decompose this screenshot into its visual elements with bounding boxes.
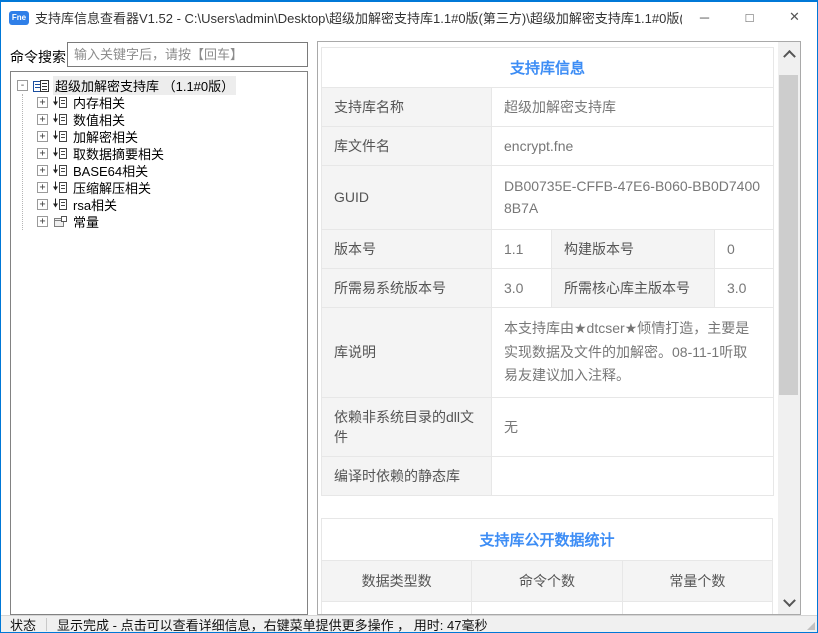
column-header: 常量个数 xyxy=(622,561,772,602)
field-value: 3.0 xyxy=(492,268,552,307)
field-label: GUID xyxy=(322,166,492,230)
tree-root-item[interactable]: - 超级加解密支持库 （1.1#0版） xyxy=(17,77,305,94)
tree-item-label[interactable]: 常量 xyxy=(71,212,101,231)
scroll-down-button[interactable] xyxy=(778,592,800,614)
stat-value: 31 xyxy=(622,602,772,614)
field-value: 1.1 xyxy=(492,229,552,268)
field-value: 超级加解密支持库 xyxy=(492,88,774,127)
field-label: 所需易系统版本号 xyxy=(322,268,492,307)
table-row: 0 18 31 xyxy=(322,602,773,614)
field-value: 3.0 xyxy=(715,268,774,307)
tree-item-base64[interactable]: + BASE64相关 xyxy=(23,162,305,179)
expand-toggle-icon[interactable]: + xyxy=(37,199,48,210)
table-row: 版本号 1.1 构建版本号 0 xyxy=(322,229,774,268)
tree-item-digest[interactable]: + 取数据摘要相关 xyxy=(23,145,305,162)
table-row: GUID DB00735E-CFFB-47E6-B060-BB0D74008B7… xyxy=(322,166,774,230)
field-value: 0 xyxy=(715,229,774,268)
minimize-button[interactable]: ─ xyxy=(682,2,727,33)
tree-item-memory[interactable]: + 内存相关 xyxy=(23,94,305,111)
status-message: 显示完成 - 点击可以查看详细信息，右键菜单提供更多操作 ， 用时: 47毫秒 xyxy=(57,615,487,633)
expand-toggle-icon[interactable]: + xyxy=(37,97,48,108)
library-icon xyxy=(32,79,50,93)
app-window: Fne 支持库信息查看器V1.52 - C:\Users\admin\Deskt… xyxy=(0,0,818,633)
tree-children: + 内存相关 + 数值相关 + xyxy=(22,94,305,230)
field-label: 支持库名称 xyxy=(322,88,492,127)
title-bar: Fne 支持库信息查看器V1.52 - C:\Users\admin\Deskt… xyxy=(1,1,817,33)
field-value: 无 xyxy=(492,398,774,457)
expand-toggle-icon[interactable]: + xyxy=(37,114,48,125)
column-header: 数据类型数 xyxy=(322,561,472,602)
field-label: 构建版本号 xyxy=(552,229,715,268)
field-value: encrypt.fne xyxy=(492,127,774,166)
command-group-icon xyxy=(52,96,68,109)
expand-toggle-icon[interactable]: + xyxy=(37,182,48,193)
status-label: 状态 xyxy=(1,615,46,633)
stat-value: 18 xyxy=(472,602,622,614)
expand-toggle-icon[interactable]: + xyxy=(37,165,48,176)
table-gap xyxy=(321,496,775,518)
detail-panel: 支持库信息 支持库名称 超级加解密支持库 库文件名 encrypt.fne GU… xyxy=(317,41,801,615)
public-data-stats-table: 支持库公开数据统计 数据类型数 命令个数 常量个数 0 18 31 xyxy=(321,518,773,614)
column-header: 命令个数 xyxy=(472,561,622,602)
field-label: 所需核心库主版本号 xyxy=(552,268,715,307)
command-group-icon xyxy=(52,181,68,194)
table-row: 编译时依赖的静态库 xyxy=(322,457,774,496)
field-value: 本支持库由★dtcser★倾情打造，主要是实现数据及文件的加解密。08-11-1… xyxy=(492,307,774,397)
stats-table-title: 支持库公开数据统计 xyxy=(322,519,773,561)
tree-item-numeric[interactable]: + 数值相关 xyxy=(23,111,305,128)
field-label: 版本号 xyxy=(322,229,492,268)
close-button[interactable]: ✕ xyxy=(772,2,817,33)
table-row: 所需易系统版本号 3.0 所需核心库主版本号 3.0 xyxy=(322,268,774,307)
maximize-button[interactable]: □ xyxy=(727,2,772,33)
tree-item-constants[interactable]: + 常量 xyxy=(23,213,305,230)
scroll-up-button[interactable] xyxy=(778,42,800,64)
caption-buttons: ─ □ ✕ xyxy=(682,2,817,34)
window-title: 支持库信息查看器V1.52 - C:\Users\admin\Desktop\超… xyxy=(35,8,682,27)
constants-icon xyxy=(52,215,68,228)
command-group-icon xyxy=(52,198,68,211)
table-row: 依赖非系统目录的dll文件 无 xyxy=(322,398,774,457)
vertical-scrollbar[interactable] xyxy=(778,42,800,614)
field-label: 编译时依赖的静态库 xyxy=(322,457,492,496)
table-row: 数据类型数 命令个数 常量个数 xyxy=(322,561,773,602)
stat-value: 0 xyxy=(322,602,472,614)
expand-toggle-icon[interactable]: + xyxy=(37,216,48,227)
table-row: 支持库名称 超级加解密支持库 xyxy=(322,88,774,127)
command-group-icon xyxy=(52,130,68,143)
field-value xyxy=(492,457,774,496)
tree-item-crypt[interactable]: + 加解密相关 xyxy=(23,128,305,145)
resize-grip[interactable] xyxy=(807,622,815,630)
tree-item-zip[interactable]: + 压缩解压相关 xyxy=(23,179,305,196)
library-tree: - 超级加解密支持库 （1.1#0版） + 内存相关 xyxy=(10,71,308,615)
library-info-table: 支持库信息 支持库名称 超级加解密支持库 库文件名 encrypt.fne GU… xyxy=(321,47,774,496)
command-group-icon xyxy=(52,164,68,177)
expand-toggle-icon[interactable]: + xyxy=(37,131,48,142)
table-row: 库文件名 encrypt.fne xyxy=(322,127,774,166)
command-group-icon xyxy=(52,113,68,126)
detail-content: 支持库信息 支持库名称 超级加解密支持库 库文件名 encrypt.fne GU… xyxy=(318,42,778,614)
expand-toggle-icon[interactable]: + xyxy=(37,148,48,159)
table-row: 库说明 本支持库由★dtcser★倾情打造，主要是实现数据及文件的加解密。08-… xyxy=(322,307,774,397)
status-separator xyxy=(46,618,47,631)
tree-item-rsa[interactable]: + rsa相关 xyxy=(23,196,305,213)
chevron-up-icon xyxy=(783,49,796,62)
field-label: 依赖非系统目录的dll文件 xyxy=(322,398,492,457)
command-search-label: 命令搜索 xyxy=(10,47,66,67)
search-input[interactable] xyxy=(67,42,308,67)
scrollbar-thumb[interactable] xyxy=(779,75,798,395)
command-group-icon xyxy=(52,147,68,160)
info-table-title: 支持库信息 xyxy=(322,48,774,88)
app-icon: Fne xyxy=(9,11,29,25)
field-value: DB00735E-CFFB-47E6-B060-BB0D74008B7A xyxy=(492,166,774,230)
collapse-toggle-icon[interactable]: - xyxy=(17,80,28,91)
field-label: 库说明 xyxy=(322,307,492,397)
field-label: 库文件名 xyxy=(322,127,492,166)
status-bar: 状态 显示完成 - 点击可以查看详细信息，右键菜单提供更多操作 ， 用时: 47… xyxy=(1,615,817,632)
chevron-down-icon xyxy=(783,594,796,607)
